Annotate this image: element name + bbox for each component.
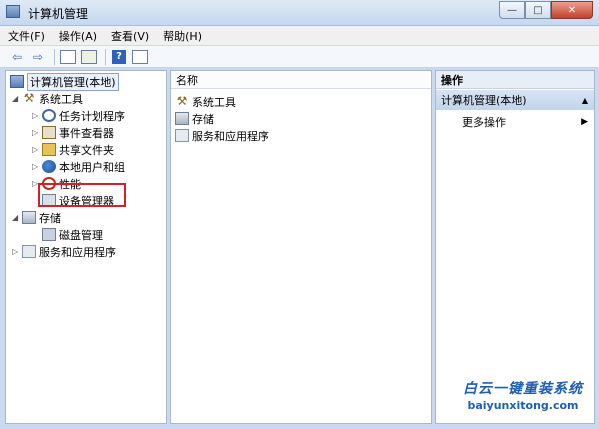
more-actions-label: 更多操作 [462,115,506,129]
column-header-name[interactable]: 名称 [171,71,431,89]
list-item-label: 服务和应用程序 [192,129,269,143]
action-pane-icon [132,49,148,64]
back-button[interactable]: ⇦ [8,49,26,65]
list-item[interactable]: ⚒ 系统工具 [175,93,236,110]
tree-label: 系统工具 [39,92,83,106]
back-arrow-icon: ⇦ [11,49,23,64]
window-controls: — □ ✕ [499,1,593,19]
toolbar: ⇦ ⇨ ? [0,46,599,68]
shared-folder-icon [42,143,56,156]
services-icon [175,129,189,142]
window-title: 计算机管理 [28,7,89,21]
event-log-icon [42,126,56,139]
menu-file[interactable]: 文件(F) [8,28,45,44]
actions-section-label: 计算机管理(本地) [441,94,527,107]
tree-label: 计算机管理(本地) [27,72,119,91]
collapsed-arrow-icon[interactable]: ▷ [12,247,22,256]
collapsed-arrow-icon[interactable]: ▷ [32,162,42,171]
minimize-button[interactable]: — [499,1,525,19]
computer-management-icon [6,5,20,18]
watermark-text: 白云一键重装系统 [463,381,583,397]
toolbar-separator [54,48,55,65]
maximize-button[interactable]: □ [525,1,551,19]
menu-help[interactable]: 帮助(H) [163,28,202,44]
tree-label: 本地用户和组 [59,160,125,174]
forward-arrow-icon: ⇨ [32,49,44,64]
expanded-arrow-icon[interactable]: ◢ [12,94,22,103]
collapsed-arrow-icon[interactable]: ▷ [32,111,42,120]
list-item-label: 存储 [192,112,214,126]
show-hide-action-pane-button[interactable] [131,49,149,65]
tree-item-task-scheduler[interactable]: ▷ 任务计划程序 [32,107,125,124]
tree-item-disk-management[interactable]: 磁盘管理 [42,226,103,243]
toolbar-separator [105,48,106,65]
more-actions-item[interactable]: 更多操作 ▶ [462,113,588,130]
computer-management-icon [10,75,24,88]
menu-bar: 文件(F) 操作(A) 查看(V) 帮助(H) [0,26,599,46]
services-icon [22,245,36,258]
export-list-icon [81,49,97,64]
disk-icon [42,228,56,241]
close-button[interactable]: ✕ [551,1,593,19]
console-tree-pane: 计算机管理(本地) ◢ ⚒ 系统工具 ▷ 任务计划程序 ▷ 事件查看器 ▷ 共享… [5,70,167,424]
tree-label: 服务和应用程序 [39,245,116,259]
tree-item-storage[interactable]: ◢ 存储 [12,209,61,226]
tree-label: 事件查看器 [59,126,114,140]
help-icon: ? [112,49,126,64]
watermark: 白云一键重装系统 baiyunxitong.com [453,378,593,412]
menu-view[interactable]: 查看(V) [111,28,149,44]
results-pane: 名称 ⚒ 系统工具 存储 服务和应用程序 [170,70,432,424]
actions-section-computer-management[interactable]: 计算机管理(本地) ▲ [436,90,594,110]
forward-button[interactable]: ⇨ [29,49,47,65]
export-list-button[interactable] [80,49,98,65]
tree-item-shared-folders[interactable]: ▷ 共享文件夹 [32,141,114,158]
tree-item-local-users[interactable]: ▷ 本地用户和组 [32,158,125,175]
actions-pane: 操作 计算机管理(本地) ▲ 更多操作 ▶ [435,70,595,424]
tree-label: 任务计划程序 [59,109,125,123]
show-hide-tree-button[interactable] [59,49,77,65]
list-item-label: 系统工具 [192,95,236,109]
column-header-label: 名称 [176,73,198,87]
tools-icon: ⚒ [23,91,35,105]
storage-icon [22,211,36,224]
title-bar: 计算机管理 — □ ✕ [0,0,599,26]
tree-item-event-viewer[interactable]: ▷ 事件查看器 [32,124,114,141]
expanded-arrow-icon[interactable]: ◢ [12,213,22,222]
actions-header: 操作 [436,71,594,89]
highlight-box [38,183,126,207]
tree-item-root[interactable]: 计算机管理(本地) [10,72,119,91]
collapse-up-icon[interactable]: ▲ [582,96,588,105]
help-button[interactable]: ? [110,49,128,65]
tree-label: 存储 [39,211,61,225]
watermark-url: baiyunxitong.com [467,399,579,412]
tree-item-system-tools[interactable]: ◢ ⚒ 系统工具 [12,90,83,107]
list-item[interactable]: 服务和应用程序 [175,127,269,144]
console-tree-icon [60,49,76,64]
collapsed-arrow-icon[interactable]: ▷ [32,128,42,137]
submenu-arrow-icon: ▶ [581,116,588,127]
tree-label: 磁盘管理 [59,228,103,242]
menu-action[interactable]: 操作(A) [59,28,97,44]
tree-item-services-apps[interactable]: ▷ 服务和应用程序 [12,243,116,260]
collapsed-arrow-icon[interactable]: ▷ [32,145,42,154]
tools-icon: ⚒ [176,94,188,108]
list-item[interactable]: 存储 [175,110,214,127]
storage-icon [175,112,189,125]
users-icon [42,160,56,173]
tree-label: 共享文件夹 [59,143,114,157]
clock-icon [42,109,56,122]
